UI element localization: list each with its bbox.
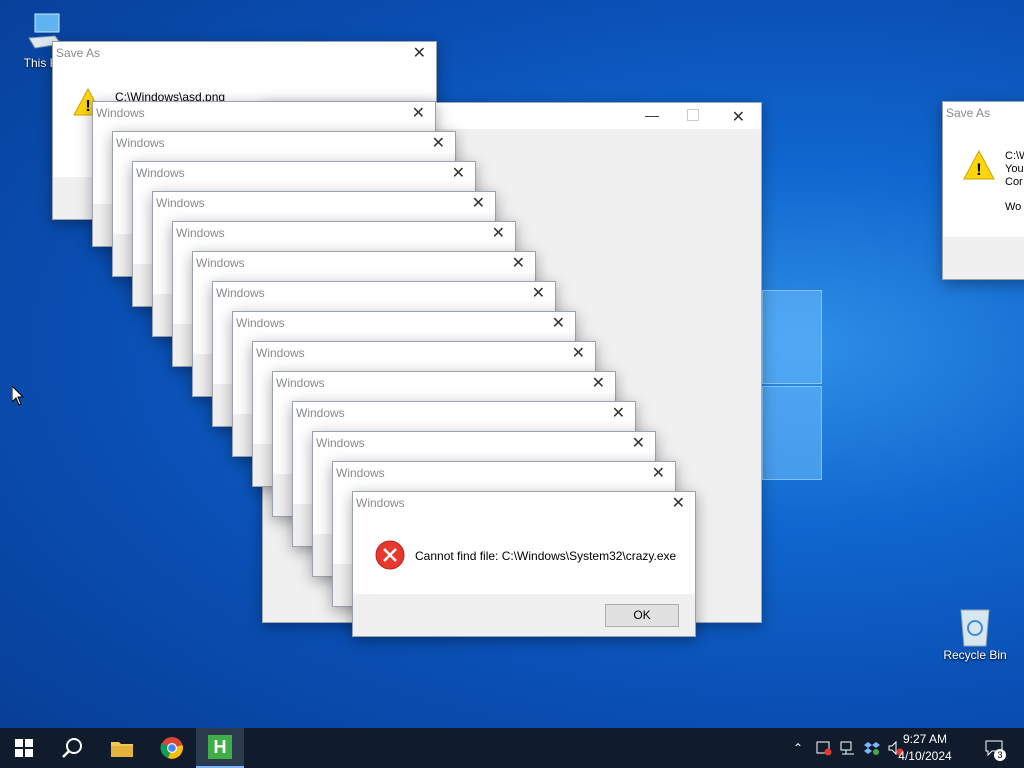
dialog-title: Windows (276, 376, 325, 390)
app-h-icon: H (208, 735, 232, 759)
dialog-title: Windows (196, 256, 245, 270)
clock-date: 4/10/2024 (898, 749, 952, 763)
action-center-button[interactable]: 3 (976, 728, 1012, 768)
taskbar-clock[interactable]: 9:27 AM 4/10/2024 (890, 731, 960, 765)
dialog-title: Windows (256, 346, 305, 360)
search-button[interactable] (48, 728, 96, 768)
windows-error-dialog-active: Windows ✕ Cannot find file: C:\Windows\S… (352, 491, 696, 637)
dialog-title: Windows (336, 466, 385, 480)
close-icon[interactable]: ✕ (512, 256, 525, 272)
start-button[interactable] (0, 728, 48, 768)
chrome-button[interactable] (148, 728, 196, 768)
search-icon (62, 738, 82, 758)
close-icon[interactable]: ✕ (572, 346, 585, 362)
message-line: C:\W (1005, 150, 1024, 162)
chrome-icon (160, 737, 183, 759)
dialog-title: Windows (316, 436, 365, 450)
svg-text:!: ! (85, 98, 90, 115)
close-icon[interactable]: ✕ (472, 196, 485, 212)
dialog-title: Windows (356, 496, 405, 510)
chevron-up-icon: ⌃ (792, 741, 804, 755)
dialog-title: Save As (56, 46, 101, 60)
dialog-footer: OK (353, 594, 695, 636)
dialog-footer (943, 237, 1024, 279)
close-icon[interactable]: ✕ (592, 376, 605, 392)
dropbox-icon (864, 742, 880, 755)
folder-icon (111, 742, 133, 757)
shield-warning-icon (816, 741, 832, 756)
minimize-icon[interactable]: — (645, 107, 659, 123)
ok-button[interactable]: OK (605, 604, 679, 627)
maximize-icon[interactable] (687, 109, 699, 121)
clock-time: 9:27 AM (902, 732, 948, 746)
dialog-title: Windows (216, 286, 265, 300)
recycle-bin-icon (955, 604, 995, 647)
mouse-cursor (11, 384, 25, 411)
dialog-title: Windows (156, 196, 205, 210)
save-as-dialog-right: Save As ! C:\W You Cor Wo (942, 101, 1024, 280)
close-icon[interactable]: ✕ (672, 496, 685, 512)
dialog-title: Save As (946, 106, 991, 120)
app-h-button[interactable]: H (196, 728, 244, 768)
tray-icon-security[interactable] (812, 728, 836, 768)
tray-icon-dropbox[interactable] (860, 728, 884, 768)
close-icon[interactable]: ✕ (412, 106, 425, 122)
dialog-title: Windows (136, 166, 185, 180)
close-icon[interactable]: ✕ (612, 406, 625, 422)
error-message: Cannot find file: C:\Windows\System32\cr… (415, 549, 677, 563)
file-explorer-button[interactable] (98, 728, 146, 768)
message-line: Cor (1005, 176, 1023, 188)
windows-logo-wallpaper (762, 290, 822, 480)
error-icon (375, 540, 405, 575)
close-icon[interactable]: ✕ (492, 226, 505, 242)
notification-count-badge: 3 (994, 749, 1006, 761)
dialog-title: Windows (236, 316, 285, 330)
close-icon[interactable]: ✕ (413, 46, 426, 62)
message-line: Wo (1005, 201, 1022, 213)
network-icon (840, 741, 854, 755)
dialog-title: Windows (116, 136, 165, 150)
show-hidden-icons-button[interactable]: ⌃ (788, 728, 808, 768)
close-icon[interactable]: ✕ (652, 466, 665, 482)
close-icon[interactable]: ✕ (732, 107, 745, 127)
close-icon[interactable]: ✕ (532, 286, 545, 302)
message-line: You (1005, 163, 1024, 175)
taskbar: H ⌃ 9:27 AM 4/10/2024 3 (0, 728, 1024, 768)
tray-icon-network[interactable] (836, 728, 860, 768)
windows-start-icon (15, 739, 33, 757)
dialog-title: Windows (176, 226, 225, 240)
close-icon[interactable]: ✕ (432, 136, 445, 152)
close-icon[interactable]: ✕ (552, 316, 565, 332)
desktop-icon-recycle-bin[interactable]: Recycle Bin (940, 604, 1010, 662)
desktop-icon-label: Recycle Bin (943, 648, 1007, 662)
close-icon[interactable]: ✕ (452, 166, 465, 182)
svg-text:!: ! (976, 160, 982, 179)
dialog-title: Windows (296, 406, 345, 420)
warning-icon: ! (963, 149, 995, 185)
dialog-title: Windows (96, 106, 145, 120)
close-icon[interactable]: ✕ (632, 436, 645, 452)
